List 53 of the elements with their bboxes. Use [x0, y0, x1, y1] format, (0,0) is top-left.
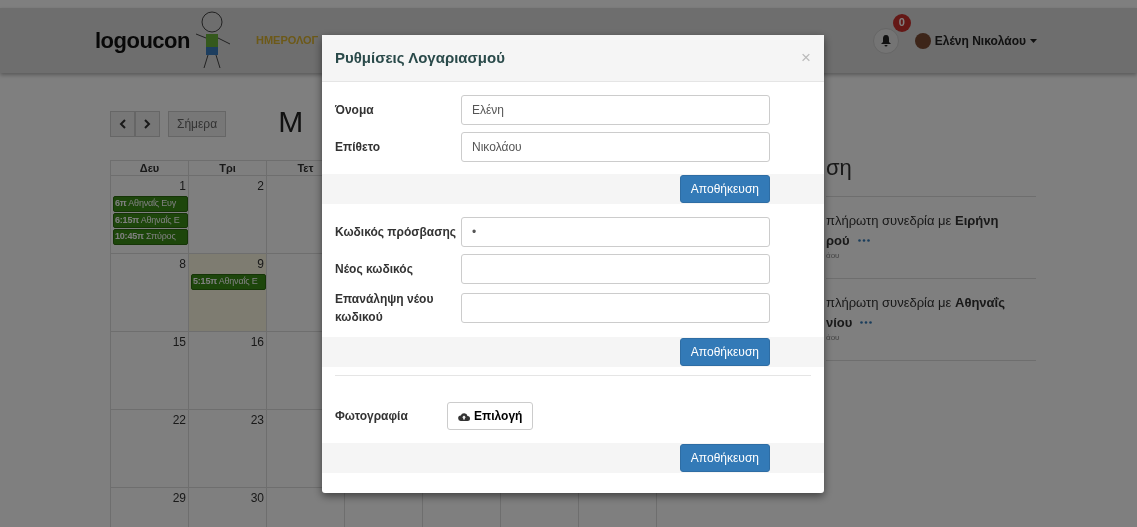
feed-heading: ση — [826, 151, 1036, 197]
field-label: Κωδικός πρόσβασης — [335, 224, 457, 241]
cloud-upload-icon — [458, 411, 470, 421]
more-icon[interactable] — [857, 238, 870, 242]
field-label: Επίθετο — [335, 139, 382, 156]
more-icon[interactable] — [860, 320, 873, 324]
day-number: 1 — [178, 178, 186, 195]
save-button[interactable]: Αποθήκευση — [679, 338, 770, 366]
field-label: Νέος κωδικός — [335, 261, 414, 278]
calendar-event[interactable]: 6:15π Αθηναΐς Ε — [113, 212, 188, 228]
session-text: πλήρωτη συνεδρία με Ειρήνη — [826, 212, 1000, 230]
input-field[interactable]: • — [461, 217, 770, 247]
calendar-event[interactable]: 6π Αθηναΐς Ευγ — [113, 196, 188, 212]
user-menu[interactable]: Ελένη Νικολάου — [934, 31, 1026, 50]
day-number: 23 — [249, 412, 264, 429]
calendar-event[interactable]: 10:45π Σπύρος — [113, 229, 188, 245]
session-text: νίου — [826, 313, 853, 332]
weekday-header: Δευ — [111, 160, 189, 176]
dialog-title: Ρυθμίσεις Λογαριασμού — [335, 47, 505, 68]
save-button[interactable]: Αποθήκευση — [679, 175, 770, 203]
caret-icon — [1030, 38, 1037, 43]
session-text: πλήρωτη συνεδρία με Αθηναΐς — [826, 294, 1006, 312]
today-button[interactable]: Σήμερα — [168, 110, 227, 137]
day-number: 16 — [249, 334, 264, 351]
save-button[interactable]: Αποθήκευση — [679, 444, 770, 472]
logo-text[interactable]: logoucon — [95, 24, 190, 57]
notification-button[interactable] — [872, 27, 899, 54]
input-field[interactable] — [461, 254, 770, 284]
calendar-event[interactable]: 5:15π Αθηναΐς Ε — [191, 274, 266, 290]
day-number: 9 — [256, 256, 264, 273]
day-number: 29 — [171, 490, 186, 507]
month-title: Μ — [278, 104, 304, 140]
weekday-header: Τρι — [189, 160, 267, 176]
field-label: Επανάληψη νέου κωδικού — [335, 291, 435, 326]
choose-file-button[interactable]: Επιλογή — [447, 402, 534, 430]
day-number: 8 — [178, 256, 186, 273]
field-label: Όνομα — [335, 102, 375, 119]
session-text: ρού — [826, 231, 850, 250]
input-field[interactable]: Νικολάου — [461, 132, 770, 162]
notification-count: 0 — [892, 13, 911, 32]
day-number: 15 — [171, 334, 186, 351]
day-number: 2 — [256, 178, 264, 195]
day-number: 30 — [249, 490, 264, 507]
field-label: Φωτογραφία — [335, 408, 409, 425]
input-field[interactable]: Ελένη — [461, 95, 770, 125]
next-button[interactable] — [135, 110, 160, 137]
avatar-icon — [914, 32, 931, 49]
bell-icon — [879, 34, 892, 47]
chevron-right-icon — [144, 119, 151, 130]
previous-button[interactable] — [110, 110, 135, 137]
day-number: 22 — [171, 412, 186, 429]
input-field[interactable] — [461, 293, 770, 323]
chevron-left-icon — [119, 119, 126, 130]
